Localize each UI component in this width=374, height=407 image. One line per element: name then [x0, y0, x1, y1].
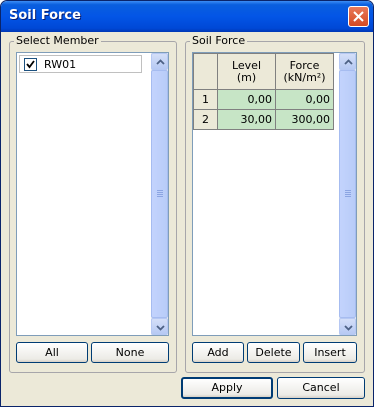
grid-corner — [193, 53, 218, 90]
soil-force-grid[interactable]: Level (m) Force (kN/m²) 1 0,00 0,00 2 30… — [192, 52, 357, 336]
chevron-up-icon — [344, 59, 353, 65]
all-button[interactable]: All — [16, 342, 88, 363]
delete-button[interactable]: Delete — [247, 342, 300, 363]
force-header-name: Force — [289, 58, 320, 72]
force-column-header[interactable]: Force (kN/m²) — [275, 53, 334, 90]
force-header-unit: (kN/m²) — [283, 70, 326, 84]
chevron-up-icon — [156, 59, 165, 65]
window-title: Soil Force — [9, 8, 81, 23]
force-cell[interactable]: 0,00 — [275, 89, 334, 110]
cancel-button[interactable]: Cancel — [277, 377, 365, 399]
row-header[interactable]: 2 — [193, 109, 218, 130]
row-header[interactable]: 1 — [193, 89, 218, 110]
chevron-down-icon — [344, 325, 353, 331]
grid-scrollbar[interactable] — [339, 53, 356, 335]
scroll-down-button[interactable] — [339, 318, 356, 335]
close-icon — [353, 11, 364, 22]
soil-force-group: Soil Force Level (m) Force (kN/m²) 1 0,0… — [185, 34, 365, 373]
soil-force-dialog: Soil Force Select Member RW01 All None S… — [0, 0, 374, 407]
member-checkbox[interactable] — [24, 58, 37, 71]
force-cell[interactable]: 300,00 — [275, 109, 334, 130]
level-header-unit: (m) — [236, 70, 257, 84]
level-cell[interactable]: 30,00 — [217, 109, 276, 130]
scroll-thumb[interactable] — [339, 70, 356, 318]
level-cell[interactable]: 0,00 — [217, 89, 276, 110]
table-row: 2 30,00 300,00 — [193, 109, 334, 130]
scroll-down-button[interactable] — [151, 318, 168, 335]
soil-force-table: Level (m) Force (kN/m²) 1 0,00 0,00 2 30… — [193, 53, 334, 130]
select-member-group: Select Member RW01 All None — [9, 34, 177, 373]
none-button[interactable]: None — [91, 342, 169, 363]
member-list[interactable]: RW01 — [16, 52, 169, 336]
member-list-scrollbar[interactable] — [151, 53, 168, 335]
scroll-up-button[interactable] — [151, 53, 168, 70]
table-row: 1 0,00 0,00 — [193, 89, 334, 110]
add-button[interactable]: Add — [192, 342, 244, 363]
checkmark-icon — [26, 60, 35, 69]
grid-header-row: Level (m) Force (kN/m²) — [193, 53, 334, 90]
scroll-up-button[interactable] — [339, 53, 356, 70]
close-button[interactable] — [348, 6, 369, 27]
title-bar[interactable]: Soil Force — [1, 1, 373, 32]
apply-button[interactable]: Apply — [181, 377, 273, 399]
list-item[interactable]: RW01 — [19, 55, 142, 73]
soil-force-legend: Soil Force — [190, 34, 248, 47]
select-member-legend: Select Member — [14, 34, 101, 47]
scroll-thumb[interactable] — [151, 70, 168, 318]
member-label: RW01 — [44, 58, 77, 71]
insert-button[interactable]: Insert — [303, 342, 357, 363]
level-column-header[interactable]: Level (m) — [217, 53, 276, 90]
level-header-name: Level — [231, 58, 262, 72]
chevron-down-icon — [156, 325, 165, 331]
